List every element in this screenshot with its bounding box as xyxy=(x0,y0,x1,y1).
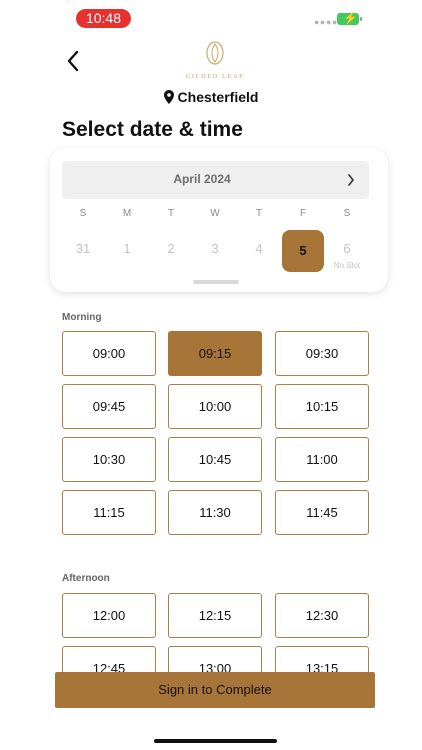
next-month-button[interactable] xyxy=(341,170,361,190)
location-label: Chesterfield xyxy=(177,89,259,105)
time-slot[interactable]: 12:15 xyxy=(168,593,262,638)
map-pin-icon xyxy=(163,90,174,104)
home-indicator xyxy=(154,739,277,743)
status-bar: 10:48 ● ● ● ● ⚡ xyxy=(0,0,422,36)
time-slot[interactable]: 09:45 xyxy=(62,384,156,429)
battery-icon: ⚡ xyxy=(337,11,362,25)
weekday-label: S xyxy=(343,208,351,219)
weekday-label: W xyxy=(210,208,220,219)
signal-icon: ● ● ● ● xyxy=(314,17,337,27)
weekday-label: S xyxy=(79,208,87,219)
page-title: Select date & time xyxy=(62,118,243,141)
drag-handle[interactable] xyxy=(193,280,239,284)
weekday-label: M xyxy=(122,208,132,219)
brand-logo: GILDED LEAF xyxy=(180,38,250,86)
location: Chesterfield xyxy=(0,89,422,105)
time-slot[interactable]: 11:30 xyxy=(168,490,262,535)
time-slot-selected[interactable]: 09:15 xyxy=(168,331,262,376)
time-slot[interactable]: 10:15 xyxy=(275,384,369,429)
logo-text: GILDED LEAF xyxy=(185,73,245,80)
time-slot[interactable]: 12:30 xyxy=(275,593,369,638)
weekday-label: F xyxy=(299,208,307,219)
calendar-day[interactable]: 1 xyxy=(106,230,148,272)
time-slot[interactable]: 12:00 xyxy=(62,593,156,638)
chevron-left-icon xyxy=(67,50,79,72)
time-slot[interactable]: 10:45 xyxy=(168,437,262,482)
time-slot[interactable]: 10:30 xyxy=(62,437,156,482)
calendar-day[interactable]: 4 xyxy=(238,230,280,272)
chevron-right-icon xyxy=(348,174,354,186)
back-button[interactable] xyxy=(60,47,86,75)
weekday-label: T xyxy=(167,208,175,219)
time-slot[interactable]: 11:45 xyxy=(275,490,369,535)
leaf-logo-icon xyxy=(206,41,224,65)
time-slot[interactable]: 11:15 xyxy=(62,490,156,535)
no-slot-note: No Slot xyxy=(333,261,361,270)
calendar-day-selected[interactable]: 5 xyxy=(282,230,324,272)
calendar-day[interactable]: 31 xyxy=(62,230,104,272)
calendar-day[interactable]: 2 xyxy=(150,230,192,272)
time-slot[interactable]: 11:00 xyxy=(275,437,369,482)
calendar-day[interactable]: 3 xyxy=(194,230,236,272)
afternoon-label: Afternoon xyxy=(62,573,110,584)
sign-in-complete-button[interactable]: Sign in to Complete xyxy=(55,672,375,708)
calendar-card: April 2024 S M T W T F S 31 1 2 3 4 5 6 … xyxy=(50,148,388,292)
time-slot[interactable]: 09:00 xyxy=(62,331,156,376)
status-time: 10:48 xyxy=(76,9,131,28)
morning-label: Morning xyxy=(62,312,102,323)
time-slot[interactable]: 10:00 xyxy=(168,384,262,429)
weekday-label: T xyxy=(255,208,263,219)
time-slot[interactable]: 09:30 xyxy=(275,331,369,376)
month-bar: April 2024 xyxy=(62,161,369,199)
month-label: April 2024 xyxy=(173,172,231,186)
